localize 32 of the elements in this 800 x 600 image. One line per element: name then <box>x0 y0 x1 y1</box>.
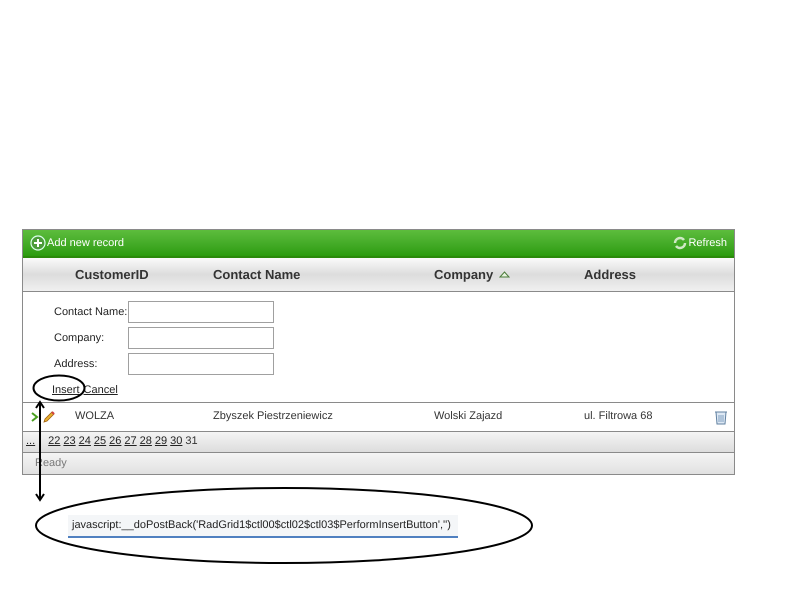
refresh-icon <box>673 236 688 250</box>
page-link[interactable]: 22 <box>48 433 60 450</box>
page-link[interactable]: ... <box>26 433 36 450</box>
annotation-ellipse <box>32 374 86 402</box>
column-header[interactable]: Company <box>434 264 494 284</box>
cancel-link[interactable]: Cancel <box>84 382 118 398</box>
field-label: Address: <box>54 356 98 372</box>
column-header[interactable]: CustomerID <box>75 264 149 284</box>
column-header[interactable]: Address <box>584 264 636 284</box>
table-cell: WOLZA <box>75 410 114 422</box>
field-label: Company: <box>54 330 106 346</box>
chevron-right-icon <box>31 412 39 422</box>
pencil-icon[interactable] <box>42 410 56 424</box>
page-link[interactable]: 31 <box>185 433 198 450</box>
table-cell: ul. Filtrowa 68 <box>584 410 652 422</box>
page-link[interactable]: 30 <box>170 433 182 450</box>
page-link[interactable]: 27 <box>124 433 137 450</box>
text-field[interactable] <box>128 301 274 323</box>
field-label: Contact Name: <box>54 304 128 320</box>
text-field[interactable] <box>128 353 274 375</box>
page-link[interactable]: 28 <box>140 433 152 450</box>
column-header[interactable]: Contact Name <box>213 264 300 284</box>
page-link[interactable]: 26 <box>109 433 122 450</box>
page-link[interactable]: 29 <box>154 433 168 450</box>
text-field[interactable] <box>128 327 274 349</box>
table-cell: Wolski Zajazd <box>434 410 502 422</box>
page-link[interactable]: 24 <box>78 433 91 450</box>
table-cell: Zbyszek Piestrzeniewicz <box>213 410 333 422</box>
page-link[interactable]: 25 <box>94 433 106 450</box>
page-link[interactable]: 23 <box>63 433 76 450</box>
plus-icon <box>30 235 46 251</box>
status-tooltip: javascript:__doPostBack('RadGrid1$ctl00$ctl02$ctl03$PerformInsertButton','') <box>68 515 458 538</box>
